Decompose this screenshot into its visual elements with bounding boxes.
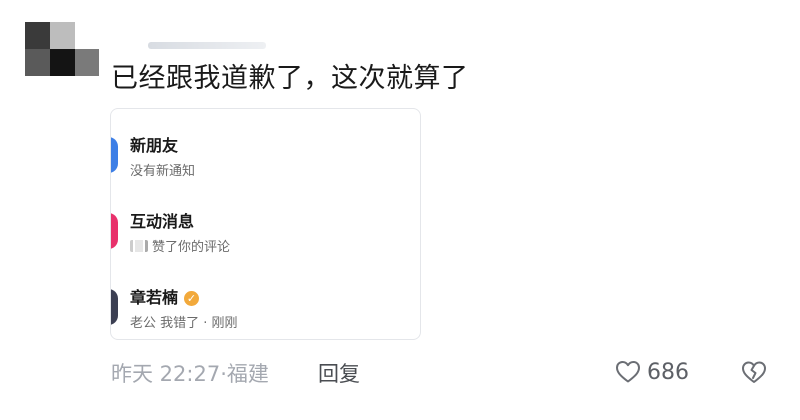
like-button[interactable]: 686 bbox=[615, 358, 689, 386]
avatar[interactable] bbox=[25, 22, 99, 76]
username-redacted[interactable] bbox=[148, 42, 266, 49]
list-item-title: 互动消息 bbox=[130, 212, 195, 231]
list-item-title: 新朋友 bbox=[130, 136, 179, 155]
embedded-screenshot-card: 新朋友 没有新通知 互动消息 赞了你的评论 章若楠 ✓ 老公 我错了 · 刚刚 bbox=[110, 108, 421, 340]
list-item-new-friends: 新朋友 没有新通知 bbox=[111, 119, 420, 189]
list-item-subtitle: 赞了你的评论 bbox=[130, 236, 230, 255]
contact-name: 章若楠 bbox=[130, 288, 179, 307]
comment-text: 已经跟我道歉了，这次就算了 bbox=[111, 63, 469, 94]
verified-badge-icon: ✓ bbox=[184, 291, 200, 306]
avatar-partial bbox=[111, 213, 118, 249]
reply-button[interactable]: 回复 bbox=[318, 358, 360, 388]
heart-outline-icon bbox=[616, 361, 640, 383]
list-item-subtitle: 没有新通知 bbox=[130, 164, 196, 179]
broken-heart-icon[interactable] bbox=[740, 359, 768, 385]
avatar-partial bbox=[111, 289, 118, 325]
list-item-title: 章若楠 ✓ bbox=[130, 284, 200, 308]
list-item-contact: 章若楠 ✓ 老公 我错了 · 刚刚 bbox=[111, 271, 420, 339]
like-count: 686 bbox=[647, 359, 689, 385]
comment-time-location: 昨天 22:27·福建 bbox=[111, 362, 269, 386]
list-item-subtitle-text: 赞了你的评论 bbox=[152, 240, 231, 255]
thumbnail-icon bbox=[130, 240, 148, 252]
list-item-subtitle: 老公 我错了 · 刚刚 bbox=[130, 316, 238, 331]
avatar-partial bbox=[111, 137, 118, 173]
list-item-interactions: 互动消息 赞了你的评论 bbox=[111, 195, 420, 265]
